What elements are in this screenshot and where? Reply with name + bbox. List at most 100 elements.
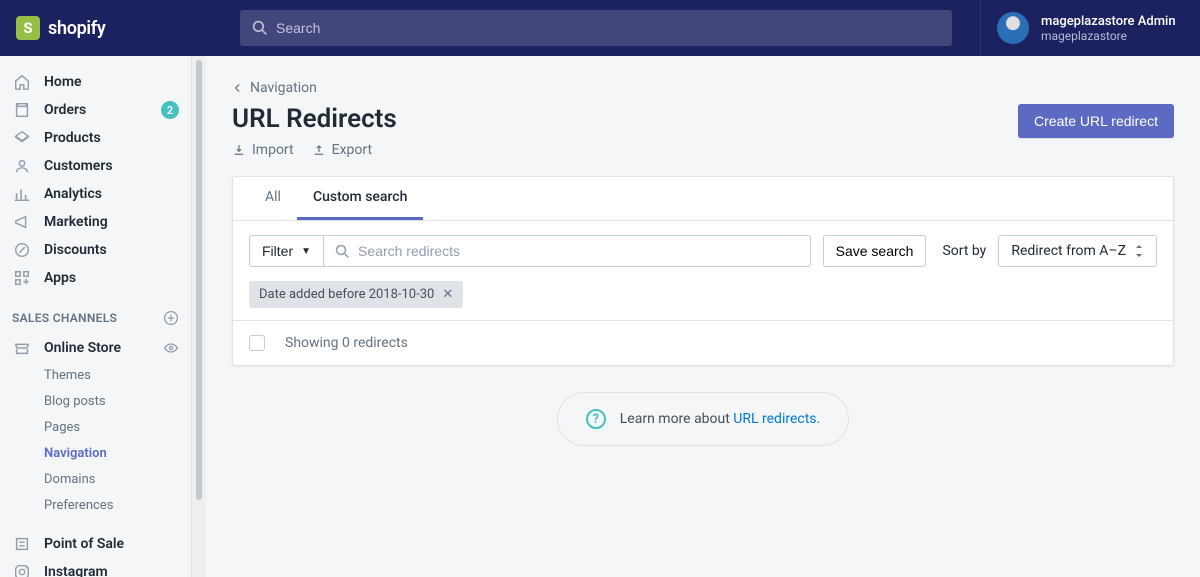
sidebar-item-apps[interactable]: Apps	[0, 264, 191, 292]
tabs: All Custom search	[233, 177, 1173, 221]
sidebar-section-sales-channels: SALES CHANNELS	[0, 292, 191, 334]
page-title: URL Redirects	[232, 104, 397, 134]
discounts-icon	[12, 240, 32, 260]
analytics-icon	[12, 184, 32, 204]
sidebar-item-home[interactable]: Home	[0, 68, 191, 96]
learn-prefix: Learn more about	[620, 411, 734, 427]
sidebar-item-online-store[interactable]: Online Store	[0, 334, 191, 362]
sidebar-item-marketing[interactable]: Marketing	[0, 208, 191, 236]
export-button[interactable]: Export	[312, 142, 372, 158]
sidebar-item-label: Home	[44, 74, 82, 90]
sidebar-item-analytics[interactable]: Analytics	[0, 180, 191, 208]
marketing-icon	[12, 212, 32, 232]
scrollbar-track[interactable]	[192, 56, 206, 577]
apps-icon	[12, 268, 32, 288]
global-search-input[interactable]	[276, 20, 940, 36]
learn-link[interactable]: URL redirects	[733, 411, 816, 427]
sidebar-item-label: Products	[44, 130, 101, 146]
sidebar: Home Orders 2 Products Customers Analyti…	[0, 56, 192, 577]
sidebar-sub-domains[interactable]: Domains	[0, 466, 191, 492]
breadcrumb[interactable]: Navigation	[232, 80, 1174, 96]
sidebar-item-customers[interactable]: Customers	[0, 152, 191, 180]
scrollbar-thumb[interactable]	[196, 60, 202, 500]
tab-custom-search[interactable]: Custom search	[297, 177, 423, 220]
products-icon	[12, 128, 32, 148]
export-icon	[312, 143, 326, 157]
import-button[interactable]: Import	[232, 142, 294, 158]
user-name: mageplazastore Admin	[1041, 14, 1176, 29]
sidebar-sub-navigation[interactable]: Navigation	[0, 440, 191, 466]
orders-icon	[12, 100, 32, 120]
learn-more-wrap: ? Learn more about URL redirects.	[232, 392, 1174, 446]
chip-label: Date added before 2018-10-30	[259, 287, 434, 302]
global-search[interactable]	[240, 10, 952, 46]
sidebar-section-label: SALES CHANNELS	[12, 311, 117, 325]
sidebar-sub-preferences[interactable]: Preferences	[0, 492, 191, 518]
sidebar-item-label: Analytics	[44, 186, 102, 202]
sidebar-item-discounts[interactable]: Discounts	[0, 236, 191, 264]
sidebar-item-label: Online Store	[44, 340, 121, 356]
logo-area[interactable]: S shopify	[0, 16, 212, 40]
sidebar-item-label: Customers	[44, 158, 113, 174]
sort-value: Redirect from A–Z	[1011, 243, 1126, 259]
select-all-checkbox[interactable]	[249, 335, 265, 351]
sidebar-item-label: Discounts	[44, 242, 107, 258]
create-redirect-button[interactable]: Create URL redirect	[1018, 104, 1174, 138]
import-label: Import	[252, 142, 294, 158]
view-store-icon[interactable]	[163, 340, 179, 356]
search-redirects-input[interactable]	[358, 243, 798, 259]
home-icon	[12, 72, 32, 92]
filter-row: Filter ▼ Save search Sort by Redirect fr…	[233, 221, 1173, 281]
avatar-icon	[997, 12, 1029, 44]
remove-chip-icon[interactable]: ✕	[442, 287, 453, 302]
help-icon: ?	[586, 409, 606, 429]
sidebar-item-label: Marketing	[44, 214, 108, 230]
page-header: URL Redirects Import Export Create URL r…	[232, 104, 1174, 158]
filter-button[interactable]: Filter ▼	[249, 235, 324, 267]
customers-icon	[12, 156, 32, 176]
shopify-logo-icon: S	[16, 16, 40, 40]
brand-name: shopify	[48, 18, 106, 39]
search-redirects[interactable]	[323, 235, 811, 267]
caret-down-icon: ▼	[301, 246, 311, 257]
learn-suffix: .	[817, 411, 821, 427]
sort-by-label: Sort by	[942, 243, 986, 259]
user-store: mageplazastore	[1041, 29, 1176, 43]
page-actions: Import Export	[232, 142, 397, 158]
import-icon	[232, 143, 246, 157]
search-wrap	[212, 10, 980, 46]
topbar: S shopify mageplazastore Admin mageplaza…	[0, 0, 1200, 56]
orders-badge: 2	[161, 101, 179, 119]
search-icon	[335, 244, 350, 259]
tab-all[interactable]: All	[249, 177, 297, 220]
results-count: Showing 0 redirects	[285, 335, 408, 351]
save-search-button[interactable]: Save search	[823, 235, 927, 267]
sidebar-sub-pages[interactable]: Pages	[0, 414, 191, 440]
add-channel-icon[interactable]	[163, 310, 179, 326]
breadcrumb-label: Navigation	[250, 80, 317, 96]
sidebar-item-label: Point of Sale	[44, 536, 124, 552]
chevron-left-icon	[232, 82, 244, 94]
filter-label: Filter	[262, 243, 293, 259]
sidebar-item-label: Instagram	[44, 564, 108, 577]
export-label: Export	[332, 142, 372, 158]
main-content: Navigation URL Redirects Import Export C…	[206, 56, 1200, 577]
search-icon	[252, 20, 268, 36]
sidebar-item-point-of-sale[interactable]: Point of Sale	[0, 530, 191, 558]
redirects-card: All Custom search Filter ▼ Save search S…	[232, 176, 1174, 366]
results-row: Showing 0 redirects	[233, 320, 1173, 365]
sidebar-sub-blog-posts[interactable]: Blog posts	[0, 388, 191, 414]
sidebar-item-label: Apps	[44, 270, 76, 286]
sidebar-item-orders[interactable]: Orders 2	[0, 96, 191, 124]
filter-chips: Date added before 2018-10-30 ✕	[233, 281, 1173, 320]
filter-chip-date: Date added before 2018-10-30 ✕	[249, 281, 463, 308]
user-menu[interactable]: mageplazastore Admin mageplazastore	[980, 0, 1200, 56]
online-store-icon	[12, 338, 32, 358]
sidebar-sub-themes[interactable]: Themes	[0, 362, 191, 388]
sidebar-item-products[interactable]: Products	[0, 124, 191, 152]
sort-select[interactable]: Redirect from A–Z	[998, 235, 1157, 267]
sidebar-item-label: Orders	[44, 102, 86, 118]
instagram-icon	[12, 562, 32, 577]
sort-arrows-icon	[1134, 244, 1144, 258]
sidebar-item-instagram[interactable]: Instagram	[0, 558, 191, 577]
